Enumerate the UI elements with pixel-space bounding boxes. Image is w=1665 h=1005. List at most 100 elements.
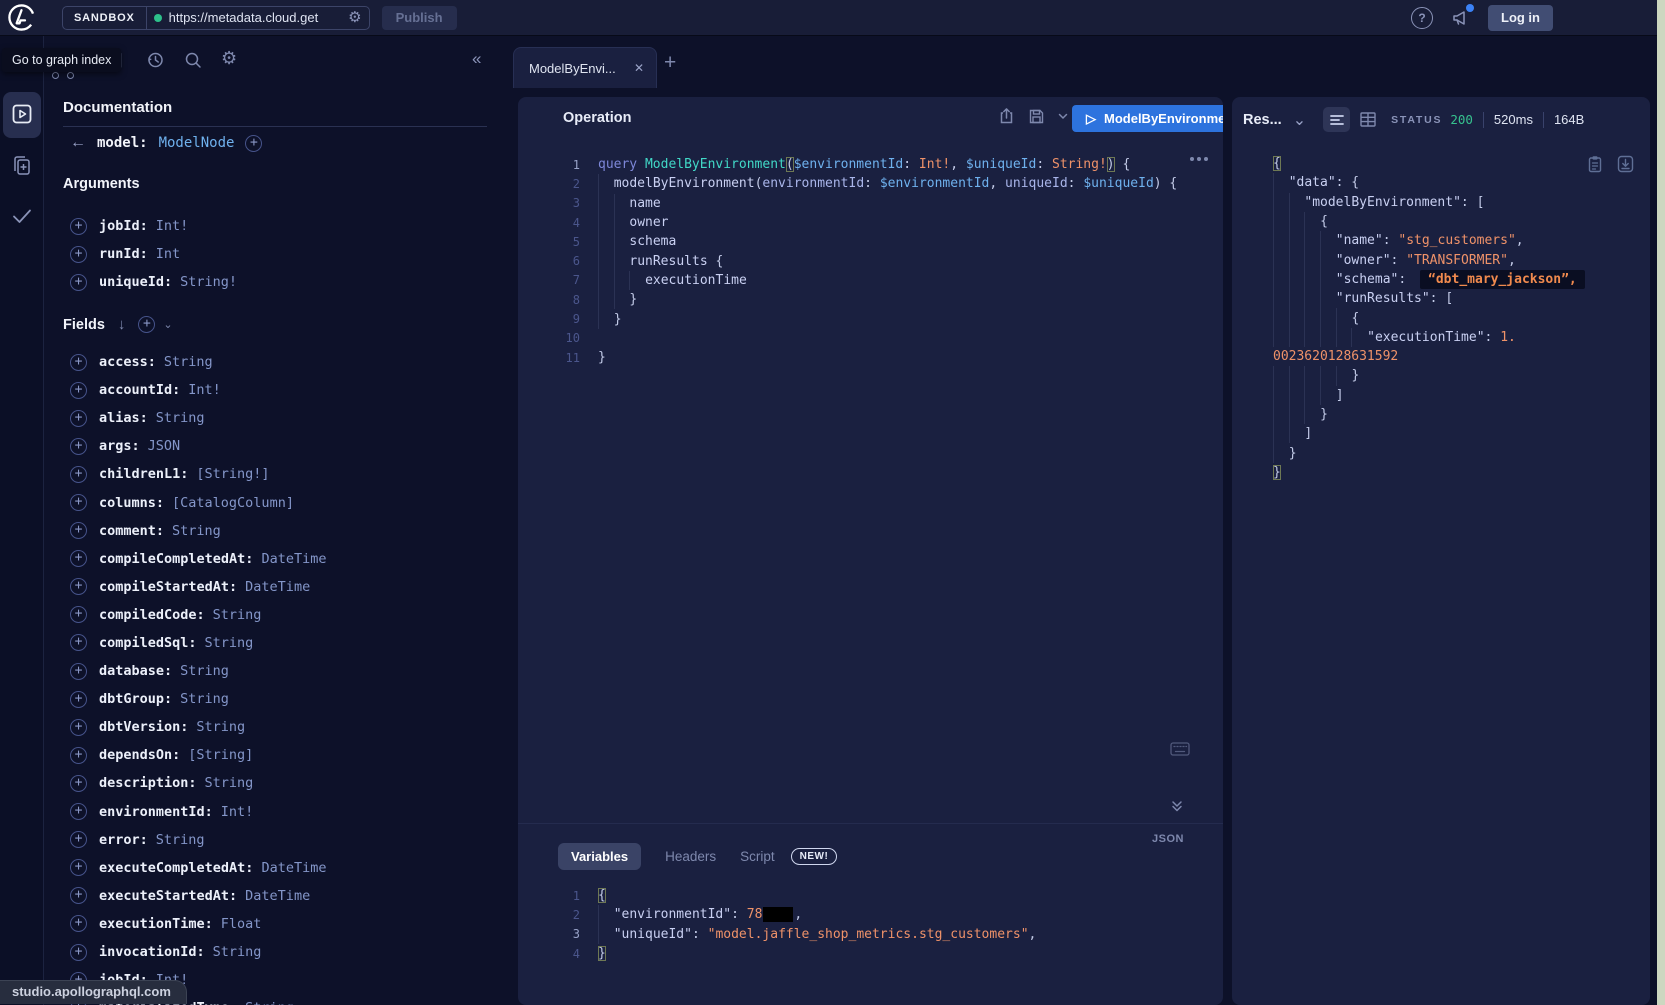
history-icon[interactable] — [145, 50, 165, 70]
table-view-toggle[interactable] — [1360, 112, 1376, 127]
tab-modelbyenvironment[interactable]: ModelByEnvi... ✕ — [513, 47, 657, 88]
doc-field-row[interactable]: +alias:String — [63, 404, 503, 432]
doc-field-row[interactable]: +access:String — [63, 348, 503, 376]
login-button[interactable]: Log in — [1488, 5, 1553, 31]
code-line[interactable]: "schema": “dbt_mary_jackson”, — [1255, 270, 1650, 289]
doc-field-row[interactable]: +executionTime:Float — [63, 910, 503, 938]
back-arrow-icon[interactable]: ← — [70, 134, 86, 152]
collapse-panel-icon[interactable]: « — [472, 49, 481, 69]
code-line[interactable]: 7executionTime — [518, 271, 1223, 290]
code-line[interactable]: { — [1255, 212, 1650, 231]
checks-icon[interactable] — [10, 204, 34, 228]
add-field-icon[interactable]: + — [70, 410, 87, 427]
doc-field-row[interactable]: +args:JSON — [63, 432, 503, 460]
doc-argument-row[interactable]: +jobId:Int! — [63, 212, 503, 240]
code-line[interactable]: 0023620128631592 — [1255, 347, 1650, 366]
explorer-play-icon[interactable] — [10, 102, 34, 126]
share-icon[interactable] — [998, 107, 1015, 125]
add-field-icon[interactable]: + — [70, 944, 87, 961]
save-options-chevron-icon[interactable] — [1058, 113, 1068, 120]
response-chevron-icon[interactable]: ⌄ — [1293, 110, 1306, 130]
new-tab-button[interactable]: + — [664, 51, 676, 75]
add-field-icon[interactable]: + — [70, 887, 87, 904]
add-field-icon[interactable]: + — [70, 634, 87, 651]
code-line[interactable]: 9} — [518, 309, 1223, 328]
code-line[interactable]: 1query ModelByEnvironment($environmentId… — [518, 155, 1223, 174]
announcements-button[interactable] — [1451, 8, 1471, 28]
tab-headers[interactable]: Headers — [665, 849, 716, 864]
doc-field-row[interactable]: +compiledCode:String — [63, 601, 503, 629]
add-field-icon[interactable]: + — [70, 218, 87, 235]
collapse-variables-icon[interactable] — [1170, 799, 1184, 813]
doc-field-row[interactable]: +compiledSql:String — [63, 629, 503, 657]
variables-editor[interactable]: 1{2"environmentId": 78,3"uniqueId": "mod… — [518, 886, 1223, 963]
endpoint-url-box[interactable]: https://metadata.cloud.get ⚙ — [147, 7, 369, 29]
code-line[interactable]: 5schema — [518, 232, 1223, 251]
add-field-icon[interactable]: + — [70, 663, 87, 680]
code-line[interactable]: "modelByEnvironment": [ — [1255, 193, 1650, 212]
doc-field-row[interactable]: +invocationId:String — [63, 938, 503, 966]
code-line[interactable]: "data": { — [1255, 173, 1650, 192]
doc-field-row[interactable]: +compileStartedAt:DateTime — [63, 573, 503, 601]
add-field-icon[interactable]: + — [70, 915, 87, 932]
code-line[interactable]: { — [1255, 154, 1650, 173]
code-line[interactable]: 2modelByEnvironment(environmentId: $envi… — [518, 174, 1223, 193]
add-field-icon[interactable]: + — [70, 522, 87, 539]
code-line[interactable]: { — [1255, 308, 1650, 327]
add-field-icon[interactable]: + — [70, 550, 87, 567]
code-line[interactable]: 11} — [518, 348, 1223, 367]
doc-field-row[interactable]: +executeCompletedAt:DateTime — [63, 854, 503, 882]
code-line[interactable]: 8} — [518, 290, 1223, 309]
add-field-icon[interactable]: + — [70, 438, 87, 455]
code-line[interactable]: 6runResults { — [518, 251, 1223, 270]
tab-close-icon[interactable]: ✕ — [634, 61, 644, 75]
doc-field-row[interactable]: +accountId:Int! — [63, 376, 503, 404]
settings-gear-icon[interactable]: ⚙ — [221, 48, 241, 68]
add-field-icon[interactable]: + — [70, 382, 87, 399]
add-field-icon[interactable]: + — [70, 747, 87, 764]
tab-script[interactable]: Script — [740, 849, 775, 864]
code-line[interactable]: "name": "stg_customers", — [1255, 231, 1650, 250]
save-icon[interactable] — [1028, 108, 1045, 125]
code-line[interactable]: 3name — [518, 194, 1223, 213]
doc-type-link[interactable]: ModelNode — [159, 135, 235, 151]
doc-field-row[interactable]: +childrenL1:[String!] — [63, 460, 503, 488]
add-field-icon[interactable]: + — [70, 606, 87, 623]
doc-field-row[interactable]: +dependsOn:[String] — [63, 741, 503, 769]
doc-field-row[interactable]: +columns:[CatalogColumn] — [63, 488, 503, 516]
code-line[interactable]: } — [1255, 405, 1650, 424]
code-line[interactable]: 10 — [518, 329, 1223, 348]
add-field-icon[interactable]: + — [70, 466, 87, 483]
search-icon[interactable] — [183, 50, 203, 70]
doc-field-row[interactable]: +dbtVersion:String — [63, 713, 503, 741]
operation-editor[interactable]: 1query ModelByEnvironment($environmentId… — [518, 155, 1223, 367]
add-all-fields-icon[interactable]: + — [138, 316, 155, 333]
add-field-icon[interactable]: + — [70, 578, 87, 595]
code-line[interactable]: "runResults": [ — [1255, 289, 1650, 308]
code-line[interactable]: } — [1255, 443, 1650, 462]
sort-fields-icon[interactable]: ↓ — [118, 316, 126, 333]
raw-view-toggle[interactable] — [1323, 107, 1350, 132]
apollo-logo-icon[interactable] — [7, 3, 36, 32]
add-field-icon[interactable]: + — [70, 719, 87, 736]
doc-argument-row[interactable]: +uniqueId:String! — [63, 268, 503, 296]
code-line[interactable]: 2"environmentId": 78, — [518, 905, 1223, 924]
add-field-icon[interactable]: + — [70, 354, 87, 371]
endpoint-url-input[interactable]: https://metadata.cloud.get — [169, 10, 342, 25]
variables-divider[interactable] — [518, 823, 1223, 824]
run-operation-button[interactable]: ▷ ModelByEnvironment — [1072, 105, 1223, 132]
doc-field-row[interactable]: +dbtGroup:String — [63, 685, 503, 713]
add-field-icon[interactable]: + — [70, 691, 87, 708]
add-field-icon[interactable]: + — [70, 775, 87, 792]
doc-field-row[interactable]: +database:String — [63, 657, 503, 685]
add-to-query-icon[interactable]: + — [245, 135, 262, 152]
add-field-icon[interactable]: + — [70, 803, 87, 820]
add-field-icon[interactable]: + — [70, 274, 87, 291]
response-body[interactable]: {"data": {"modelByEnvironment": [{"name"… — [1232, 154, 1650, 482]
help-icon[interactable]: ? — [1411, 7, 1433, 29]
code-line[interactable]: } — [1255, 366, 1650, 385]
doc-field-row[interactable]: +comment:String — [63, 517, 503, 545]
code-line[interactable]: "owner": "TRANSFORMER", — [1255, 250, 1650, 269]
code-line[interactable]: 4} — [518, 944, 1223, 963]
doc-argument-row[interactable]: +runId:Int — [63, 240, 503, 268]
